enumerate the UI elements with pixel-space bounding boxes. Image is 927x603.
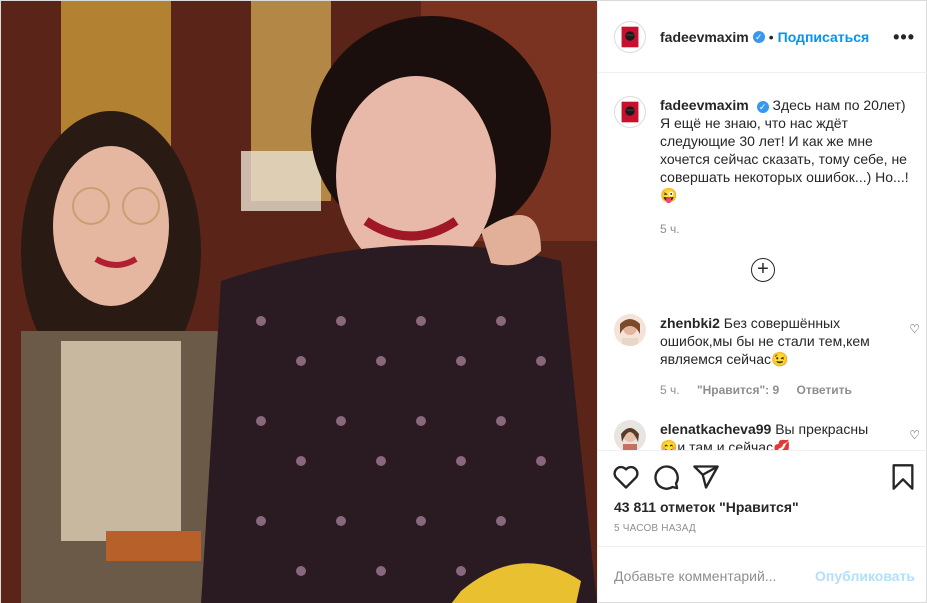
comment-item: elenatkacheva99 Вы прекрасны 😊и там и се… xyxy=(614,420,924,450)
comment-avatar-image xyxy=(614,314,646,346)
comment-like-heart-icon[interactable]: ♡ xyxy=(909,322,920,336)
caption-username[interactable]: fadeevmaxim xyxy=(660,97,749,113)
caption-verified-badge-icon: ✓ xyxy=(756,101,769,113)
author-avatar[interactable] xyxy=(614,20,646,53)
publish-button[interactable]: Опубликовать xyxy=(815,568,915,584)
post-side-panel: fadeevmaxim ✓ • Подписаться ••• fadeevma… xyxy=(597,1,927,603)
comment-like-heart-icon[interactable]: ♡ xyxy=(909,428,920,442)
author-avatar-image xyxy=(621,26,639,47)
follow-button[interactable]: Подписаться xyxy=(778,29,870,45)
likes-count[interactable]: 43 811 отметок "Нравится" xyxy=(614,499,799,515)
add-comment-bar: Добавьте комментарий... Опубликовать xyxy=(598,546,927,603)
caption: fadeevmaxim ✓ Здесь нам по 20лет) Я ещё … xyxy=(614,96,914,204)
post-actions: 43 811 отметок "Нравится" 5 ЧАСОВ НАЗАД xyxy=(598,450,927,540)
comment-username[interactable]: elenatkacheva99 xyxy=(660,421,771,437)
like-heart-icon[interactable] xyxy=(612,463,640,491)
caption-text-block: fadeevmaxim ✓ Здесь нам по 20лет) Я ещё … xyxy=(660,96,910,204)
caption-author-avatar[interactable] xyxy=(614,96,646,128)
comment-time[interactable]: 5 ч. xyxy=(660,383,680,397)
caption-avatar-image xyxy=(621,101,639,123)
posted-time[interactable]: 5 ЧАСОВ НАЗАД xyxy=(614,523,696,534)
header-separator: • xyxy=(768,28,774,45)
comment-meta: 5 ч. "Нравится": 9 Ответить xyxy=(660,383,866,397)
caption-time[interactable]: 5 ч. xyxy=(660,222,680,236)
action-icons xyxy=(612,463,732,491)
comment-item: zhenbki2 Без совершённых ошибок,мы бы не… xyxy=(614,314,924,368)
comment-reply-button[interactable]: Ответить xyxy=(796,383,851,397)
comment-input[interactable]: Добавьте комментарий... xyxy=(614,568,815,584)
post-header: fadeevmaxim ✓ • Подписаться ••• xyxy=(598,1,927,73)
post-photo[interactable] xyxy=(1,1,597,603)
comment-icon[interactable] xyxy=(652,463,680,491)
author-username[interactable]: fadeevmaxim xyxy=(660,29,749,45)
more-options-icon[interactable]: ••• xyxy=(893,27,915,48)
comment-avatar-image xyxy=(614,420,646,450)
comments-list[interactable]: fadeevmaxim ✓ Здесь нам по 20лет) Я ещё … xyxy=(598,74,927,450)
save-bookmark-icon[interactable] xyxy=(889,463,917,491)
share-icon[interactable] xyxy=(692,463,720,491)
comment-likes-count[interactable]: "Нравится": 9 xyxy=(697,383,779,397)
comment-text-block: elenatkacheva99 Вы прекрасны 😊и там и се… xyxy=(660,420,880,450)
comment-text-block: zhenbki2 Без совершённых ошибок,мы бы не… xyxy=(660,314,880,368)
verified-badge-icon: ✓ xyxy=(752,30,765,43)
comment-avatar[interactable] xyxy=(614,420,646,450)
load-more-comments-icon[interactable]: + xyxy=(751,258,775,282)
instagram-post: fadeevmaxim ✓ • Подписаться ••• fadeevma… xyxy=(0,0,927,603)
comment-avatar[interactable] xyxy=(614,314,646,346)
photo-illustration xyxy=(1,1,597,603)
comment-username[interactable]: zhenbki2 xyxy=(660,315,720,331)
